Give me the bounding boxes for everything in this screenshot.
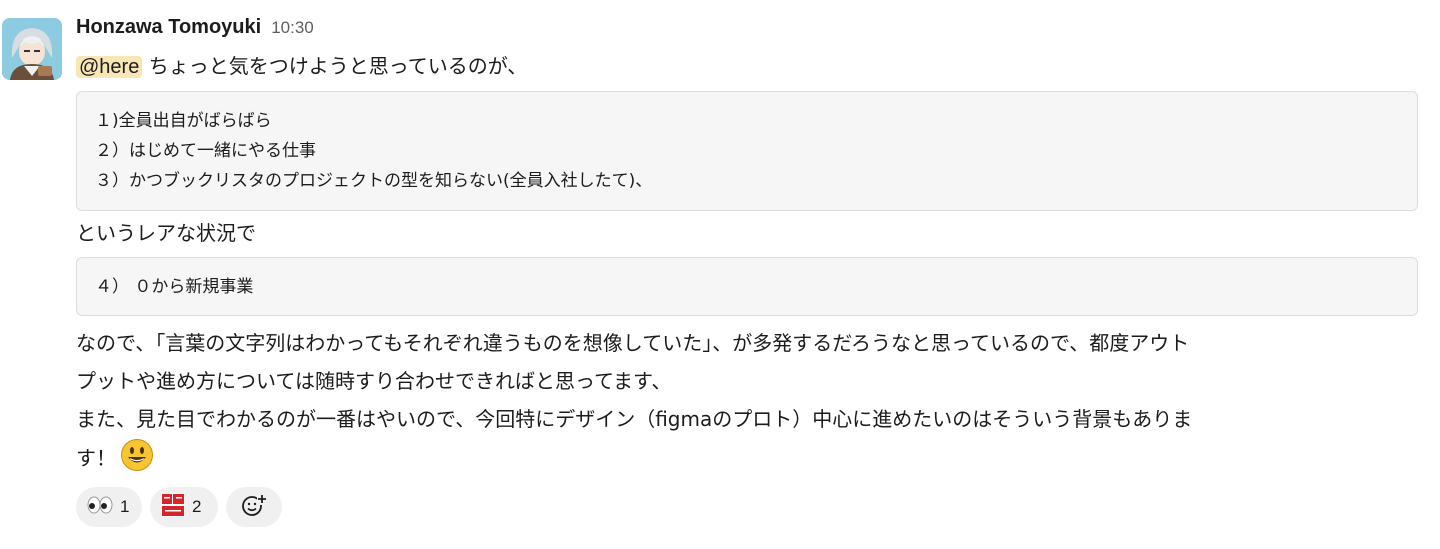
- code-line: ３）かつブックリスタのプロジェクトの型を知らない(全員入社したて)、: [95, 171, 653, 191]
- reaction-count: 1: [120, 497, 130, 516]
- add-reaction-button[interactable]: [226, 487, 282, 527]
- author-name[interactable]: Honzawa Tomoyuki: [76, 16, 261, 39]
- message-paragraph: なので、「言葉の文字列はわかってもそれぞれ違うものを想像していた」、が多発するだ…: [76, 324, 1418, 477]
- paragraph-line: す！: [76, 446, 116, 470]
- code-block: ４） ０から新規事業: [76, 257, 1418, 316]
- middle-text: というレアな状況で: [76, 221, 256, 245]
- smiley-icon: [120, 438, 154, 472]
- reaction-ryokai[interactable]: 2: [150, 487, 218, 527]
- paragraph-line: また、見た目でわかるのが一番はやいので、今回特にデザイン（figmaのプロト）中…: [76, 407, 1193, 431]
- paragraph-last-line: す！: [76, 438, 1418, 477]
- ryokai-shimashita-icon: [160, 492, 186, 522]
- message-intro-line: @here ちょっと気をつけようと思っているのが、: [76, 48, 1418, 85]
- here-mention[interactable]: @here: [76, 56, 143, 78]
- message-header: Honzawa Tomoyuki 10:30: [76, 16, 1418, 48]
- paragraph-line: なので、「言葉の文字列はわかってもそれぞれ違うものを想像していた」、が多発するだ…: [76, 331, 1190, 355]
- avatar[interactable]: [2, 18, 62, 80]
- code-block: １)全員出自がばらばら ２）はじめて一緒にやる仕事 ３）かつブックリスタのプロジ…: [76, 91, 1418, 211]
- eyes-icon: [86, 495, 114, 519]
- message-timestamp[interactable]: 10:30: [271, 18, 314, 38]
- code-line: ４） ０から新規事業: [95, 277, 254, 297]
- reaction-eyes[interactable]: 1: [76, 487, 142, 527]
- intro-text: ちょっと気をつけようと思っているのが、: [142, 54, 528, 78]
- code-line: １)全員出自がばらばら: [95, 111, 272, 131]
- message: Honzawa Tomoyuki 10:30 @here ちょっと気をつけようと…: [76, 16, 1418, 527]
- code-line: ２）はじめて一緒にやる仕事: [95, 141, 316, 161]
- add-reaction-icon: [240, 491, 268, 523]
- reactions-bar: 1 2: [76, 487, 1418, 527]
- reaction-count: 2: [192, 497, 202, 516]
- paragraph-line: プットや進め方については随時すり合わせできればと思ってます、: [76, 369, 672, 393]
